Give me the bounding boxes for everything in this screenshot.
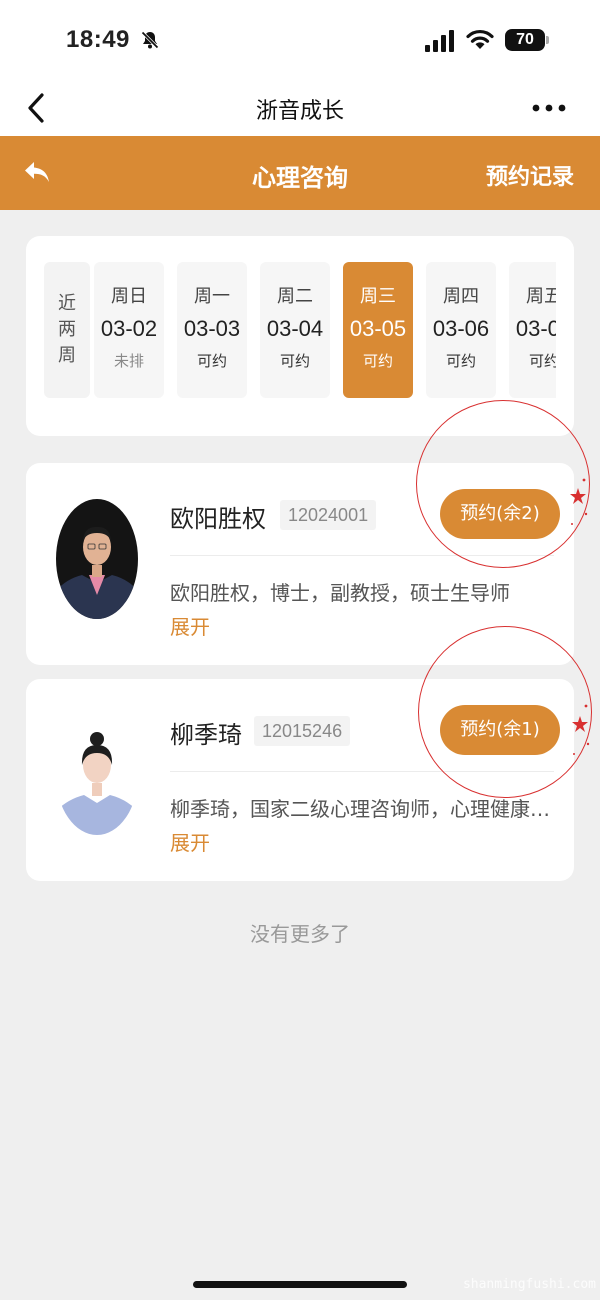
watermark: shanmingfushi.com xyxy=(462,1277,596,1292)
avatar xyxy=(56,715,138,835)
card-divider xyxy=(170,771,554,772)
home-indicator[interactable] xyxy=(193,1281,407,1288)
day-status: 可约 xyxy=(362,352,393,370)
day-weekday: 周五 xyxy=(526,286,556,307)
status-time: 18:49 xyxy=(66,26,130,53)
end-of-list-text: 没有更多了 xyxy=(250,922,350,946)
counselor-name: 欧阳胜权 xyxy=(170,505,266,533)
day-item[interactable]: 周五 03-07 可约 xyxy=(509,262,556,398)
day-date: 03-02 xyxy=(100,316,158,341)
day-status: 可约 xyxy=(196,352,227,370)
day-status: 可约 xyxy=(528,352,556,370)
header-bar: 心理咨询 预约记录 xyxy=(0,136,600,210)
day-weekday: 周二 xyxy=(277,286,313,307)
day-item[interactable]: 周四 03-06 可约 xyxy=(426,262,496,398)
counselor-card[interactable]: 欧阳胜权 12024001 预约(余2) 欧阳胜权，博士，副教授，硕士生导师 展… xyxy=(26,463,574,665)
expand-link[interactable]: 展开 xyxy=(170,611,210,640)
signal-icon xyxy=(425,30,454,52)
expand-link[interactable]: 展开 xyxy=(170,827,210,856)
day-item[interactable]: 周二 03-04 可约 xyxy=(260,262,330,398)
book-button[interactable]: 预约(余1) xyxy=(440,705,560,755)
nav-title: 浙音成长 xyxy=(255,99,344,124)
day-weekday: 周三 xyxy=(360,286,396,307)
booking-records-link[interactable]: 预约记录 xyxy=(486,159,574,191)
day-date: 03-06 xyxy=(432,316,490,341)
day-weekday: 周四 xyxy=(443,286,479,307)
day-weekday: 周日 xyxy=(111,286,147,307)
avatar xyxy=(56,499,138,619)
wifi-icon xyxy=(466,29,494,49)
day-date: 03-03 xyxy=(183,316,241,341)
book-button[interactable]: 预约(余2) xyxy=(440,489,560,539)
day-date: 03-07 xyxy=(515,316,556,341)
more-icon[interactable] xyxy=(532,104,566,112)
day-item-selected[interactable]: 周三 03-05 可约 xyxy=(343,262,413,398)
day-status: 未排 xyxy=(113,352,144,370)
date-picker-card: 近两周 周日 03-02 未排 周一 03-03 可约 周二 03-04 可约 … xyxy=(26,236,574,436)
day-weekday: 周一 xyxy=(194,286,230,307)
day-item[interactable]: 周日 03-02 未排 xyxy=(94,262,164,398)
status-bar: 18:49 70 xyxy=(0,0,600,80)
day-date: 03-05 xyxy=(349,316,407,341)
day-item[interactable]: 周一 03-03 可约 xyxy=(177,262,247,398)
nav-bar: 浙音成长 xyxy=(0,80,600,136)
bell-off-icon xyxy=(141,31,159,49)
counselor-id-badge: 12024001 xyxy=(280,500,377,530)
day-strip[interactable]: 周日 03-02 未排 周一 03-03 可约 周二 03-04 可约 周三 0… xyxy=(94,262,556,398)
counselor-id-badge: 12015246 xyxy=(254,716,351,746)
counselor-name: 柳季琦 xyxy=(170,721,242,749)
counselor-card[interactable]: 柳季琦 12015246 预约(余1) 柳季琦，国家二级心理咨询师，心理健康教育… xyxy=(26,679,574,881)
day-date: 03-04 xyxy=(266,316,324,341)
counselor-description: 欧阳胜权，博士，副教授，硕士生导师 xyxy=(170,581,510,605)
day-status: 可约 xyxy=(279,352,310,370)
range-label[interactable]: 近两周 xyxy=(44,262,90,398)
counselor-description: 柳季琦，国家二级心理咨询师，心理健康教育 xyxy=(170,797,554,821)
battery-indicator: 70 xyxy=(505,29,549,51)
day-status: 可约 xyxy=(445,352,476,370)
card-divider xyxy=(170,555,554,556)
